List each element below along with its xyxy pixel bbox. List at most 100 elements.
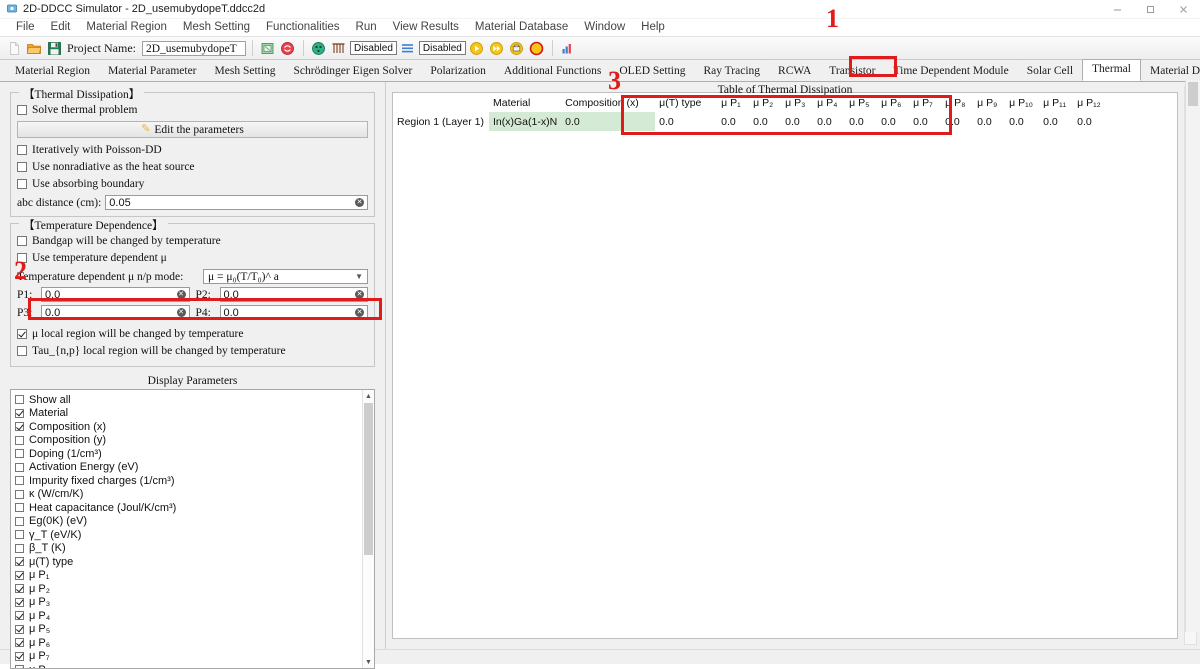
cell-mu-p2[interactable]: 0.0 xyxy=(749,112,781,131)
display-param-checkbox[interactable] xyxy=(15,598,24,607)
list-disabled-indicator[interactable]: Disabled xyxy=(419,41,466,55)
display-param-checkbox[interactable] xyxy=(15,422,24,431)
open-folder-icon[interactable] xyxy=(25,39,43,57)
display-param-checkbox[interactable] xyxy=(15,409,24,418)
display-param-checkbox[interactable] xyxy=(15,557,24,566)
tab-transistor[interactable]: Transistor xyxy=(820,62,884,81)
cell-mu-p8[interactable]: 0.0 xyxy=(941,112,973,131)
close-button[interactable] xyxy=(1167,0,1200,18)
chart-icon[interactable] xyxy=(559,39,577,57)
list-item[interactable]: μ P₂ xyxy=(15,582,374,595)
clear-icon[interactable]: ✕ xyxy=(355,308,364,317)
project-name-input[interactable]: 2D_usemubydopeT xyxy=(142,41,246,56)
menu-view-results[interactable]: View Results xyxy=(385,19,467,36)
menu-material-database[interactable]: Material Database xyxy=(467,19,576,36)
bandgap-temperature-checkbox-row[interactable]: Bandgap will be changed by temperature xyxy=(17,233,368,249)
mu-local-region-checkbox-row[interactable]: μ local region will be changed by temper… xyxy=(17,326,368,342)
table-row[interactable]: Region 1 (Layer 1) In(x)Ga(1-x)N 0.0 0.0… xyxy=(393,112,1107,131)
list-item[interactable]: μ P₅ xyxy=(15,623,374,636)
display-param-checkbox[interactable] xyxy=(15,544,24,553)
p4-input[interactable]: 0.0 ✕ xyxy=(220,305,369,320)
menu-material-region[interactable]: Material Region xyxy=(78,19,175,36)
scrollbar-thumb[interactable] xyxy=(1188,82,1198,106)
maximize-button[interactable] xyxy=(1134,0,1167,18)
edit-parameters-button[interactable]: ✎ Edit the parameters xyxy=(17,121,368,138)
tab-additional-functions[interactable]: Additional Functions xyxy=(495,62,610,81)
tab-material-database[interactable]: Material Database xyxy=(1141,62,1200,81)
cell-mu-p10[interactable]: 0.0 xyxy=(1005,112,1039,131)
mu-mode-select[interactable]: μ = μ₀(T/T₀)^ a ▼ xyxy=(203,269,368,284)
display-param-checkbox[interactable] xyxy=(15,449,24,458)
mu-local-region-checkbox[interactable] xyxy=(17,329,27,339)
tab-ray-tracing[interactable]: Ray Tracing xyxy=(694,62,769,81)
mesh-generate-icon[interactable] xyxy=(310,39,328,57)
display-param-checkbox[interactable] xyxy=(15,490,24,499)
window-scrollbar[interactable] xyxy=(1185,80,1200,632)
p3-input[interactable]: 0.0 ✕ xyxy=(41,305,190,320)
display-param-checkbox[interactable] xyxy=(15,625,24,634)
display-parameters-scrollbar[interactable]: ▲ ▼ xyxy=(362,390,374,668)
menu-mesh-setting[interactable]: Mesh Setting xyxy=(175,19,258,36)
tau-local-region-checkbox-row[interactable]: Tau_{n,p} local region will be changed b… xyxy=(17,343,368,359)
cell-mu-p6[interactable]: 0.0 xyxy=(877,112,909,131)
absorbing-boundary-checkbox[interactable] xyxy=(17,179,27,189)
scroll-up-icon[interactable]: ▲ xyxy=(363,390,374,402)
run-batch-icon[interactable] xyxy=(508,39,526,57)
display-param-checkbox[interactable] xyxy=(15,665,24,669)
cell-mu-p7[interactable]: 0.0 xyxy=(909,112,941,131)
list-item[interactable]: Impurity fixed charges (1/cm³) xyxy=(15,474,374,487)
clear-icon[interactable]: ✕ xyxy=(177,308,186,317)
cell-mu-p9[interactable]: 0.0 xyxy=(973,112,1005,131)
display-param-checkbox[interactable] xyxy=(15,517,24,526)
structure-icon[interactable] xyxy=(259,39,277,57)
p1-input[interactable]: 0.0 ✕ xyxy=(41,287,190,302)
tab-thermal[interactable]: Thermal xyxy=(1082,59,1141,81)
list-item[interactable]: β_T (K) xyxy=(15,542,374,555)
new-file-icon[interactable] xyxy=(5,39,23,57)
display-param-checkbox[interactable] xyxy=(15,503,24,512)
clear-icon[interactable]: ✕ xyxy=(355,198,364,207)
cell-mu-p11[interactable]: 0.0 xyxy=(1039,112,1073,131)
mesh-grid-icon[interactable] xyxy=(330,39,348,57)
p2-input[interactable]: 0.0 ✕ xyxy=(220,287,369,302)
menu-help[interactable]: Help xyxy=(633,19,673,36)
use-temperature-dependent-mu-checkbox[interactable] xyxy=(17,253,27,263)
save-icon[interactable] xyxy=(45,39,63,57)
cell-composition-x[interactable]: 0.0 xyxy=(561,112,655,131)
mesh-disabled-indicator[interactable]: Disabled xyxy=(350,41,397,55)
menu-window[interactable]: Window xyxy=(576,19,633,36)
display-param-checkbox[interactable] xyxy=(15,395,24,404)
list-item[interactable]: Doping (1/cm³) xyxy=(15,447,374,460)
list-item[interactable]: μ P₇ xyxy=(15,650,374,663)
display-param-checkbox[interactable] xyxy=(15,571,24,580)
cell-mu-t-type[interactable]: 0.0 xyxy=(655,112,717,131)
solve-thermal-problem-checkbox[interactable] xyxy=(17,105,27,115)
list-item[interactable]: μ P₃ xyxy=(15,596,374,609)
solve-thermal-problem-checkbox-row[interactable]: Solve thermal problem xyxy=(17,102,368,118)
use-temperature-dependent-mu-checkbox-row[interactable]: Use temperature dependent μ xyxy=(17,250,368,266)
list-item[interactable]: Show all xyxy=(15,393,374,406)
list-item[interactable]: κ (W/cm/K) xyxy=(15,488,374,501)
cell-mu-p12[interactable]: 0.0 xyxy=(1073,112,1107,131)
minimize-button[interactable] xyxy=(1101,0,1134,18)
display-param-checkbox[interactable] xyxy=(15,476,24,485)
scroll-down-icon[interactable]: ▼ xyxy=(363,656,374,668)
list-item[interactable]: Activation Energy (eV) xyxy=(15,461,374,474)
tab-oled-setting[interactable]: OLED Setting xyxy=(610,62,694,81)
display-param-checkbox[interactable] xyxy=(15,584,24,593)
list-item[interactable]: μ P₈ xyxy=(15,663,374,669)
list-icon[interactable] xyxy=(399,39,417,57)
refresh-icon[interactable] xyxy=(279,39,297,57)
cell-material[interactable]: In(x)Ga(1-x)N xyxy=(489,112,561,131)
list-item[interactable]: Heat capacitance (Joul/K/cm³) xyxy=(15,501,374,514)
tab-mesh-setting[interactable]: Mesh Setting xyxy=(206,62,285,81)
display-param-checkbox[interactable] xyxy=(15,530,24,539)
tab-schrodinger-eigen-solver[interactable]: Schrödinger Eigen Solver xyxy=(285,62,422,81)
list-item[interactable]: μ P₁ xyxy=(15,569,374,582)
tab-material-region[interactable]: Material Region xyxy=(6,62,99,81)
cell-mu-p3[interactable]: 0.0 xyxy=(781,112,813,131)
display-param-checkbox[interactable] xyxy=(15,463,24,472)
nonradiative-heat-source-checkbox[interactable] xyxy=(17,162,27,172)
tau-local-region-checkbox[interactable] xyxy=(17,346,27,356)
tab-solar-cell[interactable]: Solar Cell xyxy=(1018,62,1082,81)
